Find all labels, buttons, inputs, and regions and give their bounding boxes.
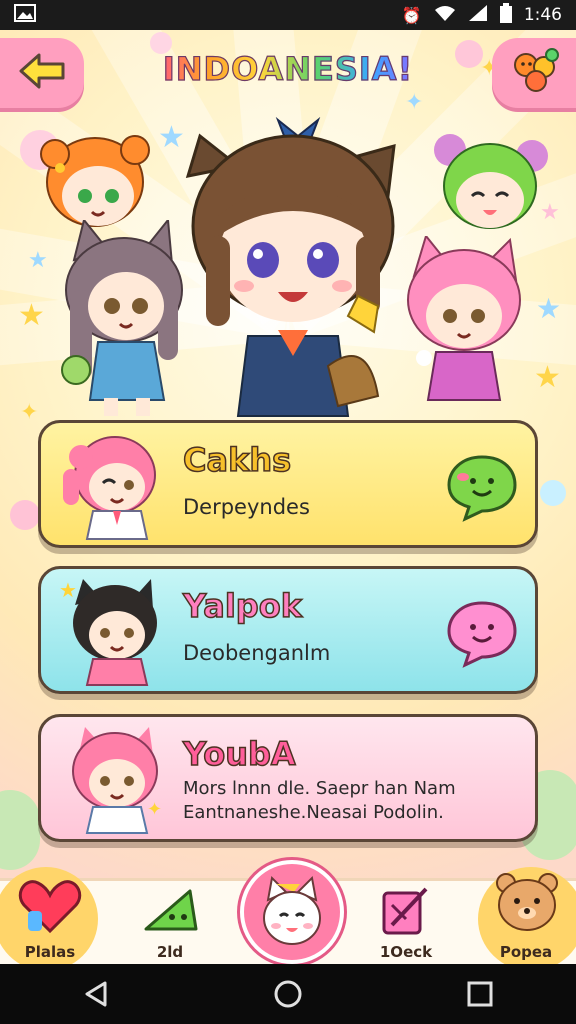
card-description: Derpeyndes xyxy=(183,495,310,519)
battery-icon xyxy=(499,2,512,28)
nav-item-plalas[interactable]: Plalas xyxy=(0,867,100,971)
black-hair-avatar-icon: ★ xyxy=(59,578,157,686)
green-chat-bubble-icon xyxy=(447,455,517,522)
pink-hair-avatar-icon xyxy=(63,436,156,540)
card-description: Mors lnnn dle. Saepr han Nam Eantnaneshe… xyxy=(183,777,523,825)
page-title: INDOANESIA! xyxy=(150,49,426,88)
svg-text:✦: ✦ xyxy=(147,799,162,820)
pink-chat-bubble-icon xyxy=(447,601,517,668)
card-title: Yalpok xyxy=(182,586,302,626)
main-character xyxy=(185,116,396,417)
nav-label: 1Oeck xyxy=(379,943,433,961)
pink-cat-ear-avatar-icon: ✦ xyxy=(72,727,162,834)
character-group-icon xyxy=(506,45,562,101)
nav-label: 2ld xyxy=(156,943,184,961)
nav-item-popea[interactable]: Popea xyxy=(476,867,576,971)
heart-icon xyxy=(18,880,82,934)
alarm-icon: ⏰ xyxy=(401,5,422,25)
menu-card-2[interactable]: ★ Yalpok Deobenganlm xyxy=(38,566,538,694)
bear-icon xyxy=(496,873,558,931)
menu-card-1[interactable]: Cakhs Derpeyndes xyxy=(38,420,538,548)
back-button[interactable] xyxy=(0,38,84,108)
nav-item-1oeck[interactable]: 1Oeck xyxy=(356,881,456,967)
android-home-icon xyxy=(274,980,302,1008)
pink-hair-character xyxy=(407,236,521,401)
arrow-left-icon xyxy=(17,51,67,95)
card-description-line: Mors lnnn dle. Saepr han Nam xyxy=(183,778,456,799)
nav-label: Popea xyxy=(499,943,553,961)
flag-icon xyxy=(382,887,428,935)
menu-card-3[interactable]: ✦ YoubA Mors lnnn dle. Saepr han Nam Ean… xyxy=(38,714,538,842)
cat-icon xyxy=(263,875,321,945)
android-back-button[interactable] xyxy=(66,974,126,1014)
svg-text:★: ★ xyxy=(59,578,77,602)
card-title: Cakhs xyxy=(182,440,292,480)
menu-button[interactable] xyxy=(492,38,576,108)
hero-illustration xyxy=(0,110,576,420)
android-recents-icon xyxy=(467,981,493,1007)
center-cat-button[interactable] xyxy=(240,860,344,964)
status-bar: ⏰ 1:46 xyxy=(0,0,576,30)
wifi-icon xyxy=(434,4,456,27)
card-description-line: Eantnaneshe.Neasai Podolin. xyxy=(183,802,444,823)
green-hair-character xyxy=(434,134,548,229)
cat-ear-girl-character xyxy=(61,220,183,416)
android-recents-button[interactable] xyxy=(450,974,510,1014)
android-home-button[interactable] xyxy=(258,974,318,1014)
card-description: Deobenganlm xyxy=(183,641,331,665)
nav-item-2ld[interactable]: 2ld xyxy=(120,881,220,967)
system-navigation-bar xyxy=(0,964,576,1024)
card-title: YoubA xyxy=(182,734,296,774)
signal-icon xyxy=(468,4,488,27)
nav-label: Plalas xyxy=(24,943,76,961)
android-back-icon xyxy=(85,981,107,1007)
status-time: 1:46 xyxy=(523,5,562,25)
orange-hair-character xyxy=(40,135,150,227)
gallery-icon xyxy=(14,3,36,27)
triangle-icon xyxy=(144,889,198,931)
